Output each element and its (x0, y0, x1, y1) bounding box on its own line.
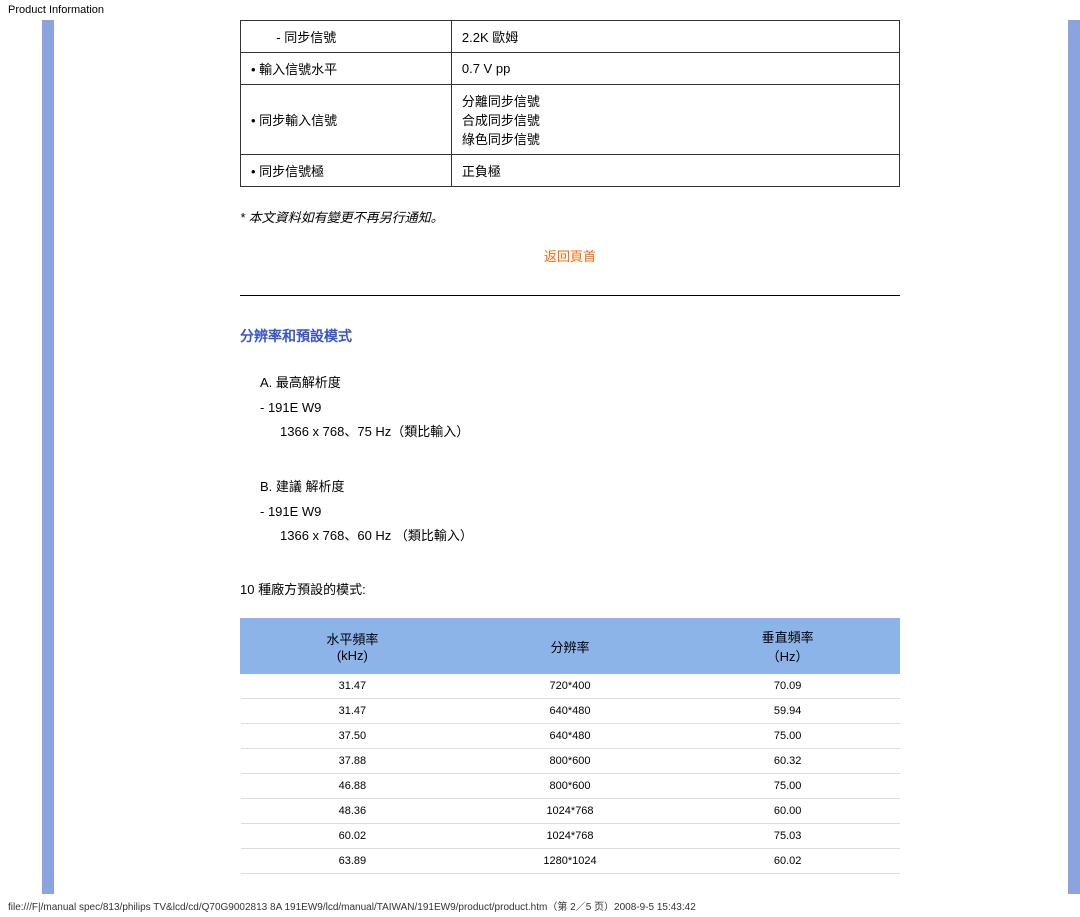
mode-cell-res: 1280*1024 (464, 849, 675, 874)
spec-value: 分離同步信號 合成同步信號 綠色同步信號 (451, 85, 899, 155)
mode-cell-v: 60.00 (676, 799, 900, 824)
rec-res-model: - 191E W9 (260, 500, 900, 525)
mode-row: 48.361024*76860.00 (241, 799, 900, 824)
left-sideband (42, 20, 54, 894)
section-divider (240, 295, 900, 296)
mode-row: 31.47720*40070.09 (241, 674, 900, 699)
mode-cell-res: 800*600 (464, 749, 675, 774)
mode-row: 37.50640*48075.00 (241, 724, 900, 749)
col-header-vfreq: 垂直頻率 （Hz） (676, 619, 900, 674)
content-wrapper: - 同步信號2.2K 歐姆• 輸入信號水平0.7 V pp• 同步輸入信號分離同… (0, 20, 1080, 894)
mode-cell-h: 31.47 (241, 699, 465, 724)
mode-row: 46.88800*60075.00 (241, 774, 900, 799)
spec-value: 0.7 V pp (451, 53, 899, 85)
mode-cell-res: 1024*768 (464, 824, 675, 849)
max-res-heading: A. 最高解析度 (260, 371, 900, 396)
spec-row: • 同步輸入信號分離同步信號 合成同步信號 綠色同步信號 (241, 85, 900, 155)
mode-cell-h: 63.89 (241, 849, 465, 874)
mode-cell-v: 70.09 (676, 674, 900, 699)
mode-cell-v: 59.94 (676, 699, 900, 724)
max-res-detail: 1366 x 768、75 Hz（類比輸入） (280, 420, 900, 445)
mode-cell-h: 37.88 (241, 749, 465, 774)
spec-label: • 輸入信號水平 (241, 53, 452, 85)
back-to-top-wrap: 返回頁首 (240, 246, 900, 265)
spec-row: - 同步信號2.2K 歐姆 (241, 21, 900, 53)
mode-cell-v: 75.03 (676, 824, 900, 849)
footer-path: file:///F|/manual spec/813/philips TV&lc… (0, 894, 1080, 917)
spec-value: 正負極 (451, 155, 899, 187)
mode-cell-res: 1024*768 (464, 799, 675, 824)
rec-resolution-block: B. 建議 解析度 - 191E W9 1366 x 768、60 Hz （類比… (260, 475, 900, 549)
mode-cell-res: 720*400 (464, 674, 675, 699)
mode-cell-v: 75.00 (676, 724, 900, 749)
preset-modes-title: 10 種廠方預設的模式: (240, 579, 900, 598)
mode-cell-h: 37.50 (241, 724, 465, 749)
rec-res-heading: B. 建議 解析度 (260, 475, 900, 500)
col-header-resolution: 分辨率 (464, 619, 675, 674)
mode-cell-v: 75.00 (676, 774, 900, 799)
mode-row: 60.021024*76875.03 (241, 824, 900, 849)
mode-cell-res: 800*600 (464, 774, 675, 799)
spec-value: 2.2K 歐姆 (451, 21, 899, 53)
preset-modes-table: 水平頻率 (kHz) 分辨率 垂直頻率 （Hz） 31.47720*40070.… (240, 618, 900, 874)
change-notice: * 本文資料如有變更不再另行通知。 (240, 207, 900, 226)
max-resolution-block: A. 最高解析度 - 191E W9 1366 x 768、75 Hz（類比輸入… (260, 371, 900, 445)
spec-label: • 同步信號極 (241, 155, 452, 187)
spec-row: • 輸入信號水平0.7 V pp (241, 53, 900, 85)
mode-cell-h: 48.36 (241, 799, 465, 824)
mode-cell-v: 60.02 (676, 849, 900, 874)
mode-cell-v: 60.32 (676, 749, 900, 774)
right-sideband (1068, 20, 1080, 894)
mode-cell-res: 640*480 (464, 699, 675, 724)
col-header-hfreq: 水平頻率 (kHz) (241, 619, 465, 674)
spec-row: • 同步信號極正負極 (241, 155, 900, 187)
mode-row: 37.88800*60060.32 (241, 749, 900, 774)
rec-res-detail: 1366 x 768、60 Hz （類比輸入） (280, 524, 900, 549)
spec-label: • 同步輸入信號 (241, 85, 452, 155)
mode-cell-h: 31.47 (241, 674, 465, 699)
mode-cell-h: 46.88 (241, 774, 465, 799)
spec-label: - 同步信號 (241, 21, 452, 53)
max-res-model: - 191E W9 (260, 396, 900, 421)
mode-row: 63.891280*102460.02 (241, 849, 900, 874)
mode-cell-res: 640*480 (464, 724, 675, 749)
page-title: Product Information (0, 0, 1080, 20)
spec-table: - 同步信號2.2K 歐姆• 輸入信號水平0.7 V pp• 同步輸入信號分離同… (240, 20, 900, 187)
section-title-resolution: 分辨率和預設模式 (240, 326, 900, 346)
mode-row: 31.47640*48059.94 (241, 699, 900, 724)
mode-cell-h: 60.02 (241, 824, 465, 849)
back-to-top-link[interactable]: 返回頁首 (544, 249, 596, 264)
main-content: - 同步信號2.2K 歐姆• 輸入信號水平0.7 V pp• 同步輸入信號分離同… (66, 20, 1056, 894)
